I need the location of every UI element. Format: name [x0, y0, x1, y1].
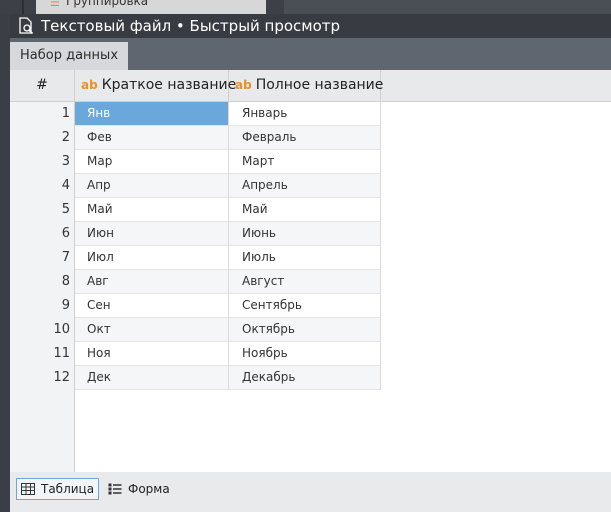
form-icon	[108, 483, 122, 495]
background-app: ☰ Группировка	[0, 0, 611, 14]
cell-full-name[interactable]: Май	[229, 198, 381, 222]
column-header-label: Краткое название	[101, 77, 237, 93]
cell-short-name[interactable]: Фев	[75, 126, 229, 150]
column-header-rownum[interactable]: #	[10, 70, 75, 101]
row-number: 9	[61, 298, 70, 313]
cell-short-name[interactable]: Май	[75, 198, 229, 222]
cell-full-name[interactable]: Февраль	[229, 126, 381, 150]
row-number: 7	[61, 250, 70, 265]
cell-full-name[interactable]: Август	[229, 270, 381, 294]
cell-short-name[interactable]: Мар	[75, 150, 229, 174]
row-number: 11	[53, 346, 70, 361]
table-view-button[interactable]: Таблица	[16, 478, 100, 500]
background-right-panel	[284, 0, 611, 14]
cell-full-name[interactable]: Октябрь	[229, 318, 381, 342]
grid-rows: 1 Янв Январь 2 Фев Февраль 3 Мар Март 4 …	[10, 102, 381, 390]
form-view-label: Форма	[128, 482, 170, 496]
table-row[interactable]: 1 Янв Январь	[10, 102, 381, 126]
column-header-full-name[interactable]: ab Полное название	[229, 70, 384, 101]
cell-short-name[interactable]: Июл	[75, 246, 229, 270]
table-view-label: Таблица	[41, 482, 95, 496]
table-row[interactable]: 5 Май Май	[10, 198, 381, 222]
cell-full-name[interactable]: Июнь	[229, 222, 381, 246]
cell-full-name[interactable]: Ноябрь	[229, 342, 381, 366]
table-row[interactable]: 7 Июл Июль	[10, 246, 381, 270]
window-title: Текстовый файл • Быстрый просмотр	[41, 17, 341, 35]
table-icon	[21, 483, 35, 495]
background-panel: ☰ Группировка	[36, 0, 266, 14]
cell-short-name[interactable]: Июн	[75, 222, 229, 246]
cell-full-name[interactable]: Декабрь	[229, 366, 381, 390]
cell-short-name[interactable]: Сен	[75, 294, 229, 318]
row-number: 6	[61, 226, 70, 241]
grid-header: # ab Краткое название ab Полное название	[10, 70, 611, 102]
text-type-icon: ab	[235, 78, 252, 92]
row-number: 1	[61, 106, 70, 121]
view-switcher: Таблица Форма	[10, 472, 611, 512]
background-divider	[22, 0, 24, 14]
window-titlebar[interactable]: Текстовый файл • Быстрый просмотр	[10, 14, 611, 38]
row-number: 8	[61, 274, 70, 289]
table-row[interactable]: 12 Дек Декабрь	[10, 366, 381, 390]
row-number: 5	[61, 202, 70, 217]
row-number: 12	[53, 370, 70, 385]
table-row[interactable]: 9 Сен Сентябрь	[10, 294, 381, 318]
quick-view-window: Текстовый файл • Быстрый просмотр Набор …	[10, 14, 611, 512]
cell-short-name[interactable]: Авг	[75, 270, 229, 294]
column-header-short-name[interactable]: ab Краткое название	[75, 70, 236, 101]
row-number: 4	[61, 178, 70, 193]
row-number: 10	[53, 322, 70, 337]
table-row[interactable]: 6 Июн Июнь	[10, 222, 381, 246]
table-row[interactable]: 8 Авг Август	[10, 270, 381, 294]
table-row[interactable]: 10 Окт Октябрь	[10, 318, 381, 342]
table-row[interactable]: 4 Апр Апрель	[10, 174, 381, 198]
cell-full-name[interactable]: Март	[229, 150, 381, 174]
background-panel-item: Группировка	[66, 0, 149, 8]
cell-full-name[interactable]: Июль	[229, 246, 381, 270]
cell-short-name[interactable]: Янв	[75, 102, 229, 126]
column-header-label: Полное название	[255, 77, 384, 93]
file-search-icon	[19, 17, 34, 35]
list-icon: ☰	[50, 0, 60, 9]
table-row[interactable]: 11 Ноя Ноябрь	[10, 342, 381, 366]
tab-dataset[interactable]: Набор данных	[10, 42, 129, 70]
form-view-button[interactable]: Форма	[104, 478, 174, 500]
row-number: 2	[61, 130, 70, 145]
cell-full-name[interactable]: Сентябрь	[229, 294, 381, 318]
table-row[interactable]: 3 Мар Март	[10, 150, 381, 174]
row-number: 3	[61, 154, 70, 169]
data-grid[interactable]: # ab Краткое название ab Полное название 1…	[10, 70, 611, 472]
text-type-icon: ab	[81, 78, 98, 92]
tab-strip: Набор данных	[10, 38, 611, 70]
cell-full-name[interactable]: Апрель	[229, 174, 381, 198]
table-row[interactable]: 2 Фев Февраль	[10, 126, 381, 150]
cell-short-name[interactable]: Дек	[75, 366, 229, 390]
cell-short-name[interactable]: Ноя	[75, 342, 229, 366]
cell-short-name[interactable]: Окт	[75, 318, 229, 342]
cell-full-name[interactable]: Январь	[229, 102, 381, 126]
cell-short-name[interactable]: Апр	[75, 174, 229, 198]
